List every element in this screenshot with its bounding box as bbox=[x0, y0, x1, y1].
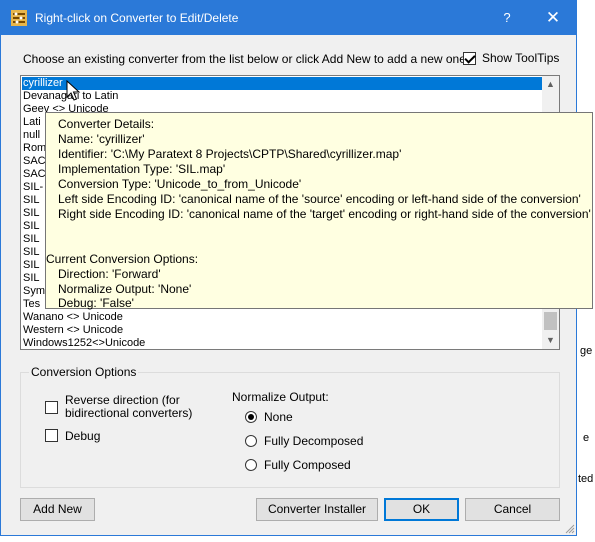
normalize-none-radio[interactable]: None bbox=[245, 410, 293, 424]
tooltip-implementation-type: Implementation Type: 'SIL.map' bbox=[58, 162, 226, 176]
debug-label: Debug bbox=[65, 429, 101, 443]
radio-icon[interactable] bbox=[245, 459, 257, 471]
scroll-down-icon[interactable]: ▼ bbox=[542, 332, 559, 349]
list-item[interactable]: SIL bbox=[23, 220, 40, 233]
background-text-3: e bbox=[583, 432, 590, 444]
tooltip-options-header: Current Conversion Options: bbox=[46, 252, 199, 266]
reverse-direction-label-line1: Reverse direction (for bbox=[65, 393, 180, 407]
tooltip-details-header: Converter Details: bbox=[58, 117, 155, 131]
converter-dialog: Right-click on Converter to Edit/Delete … bbox=[0, 0, 593, 536]
list-item[interactable]: SIL bbox=[23, 194, 40, 207]
normalize-none-label: None bbox=[264, 410, 293, 424]
radio-icon[interactable] bbox=[245, 411, 257, 423]
resize-grip-icon[interactable] bbox=[564, 523, 575, 534]
show-tooltips-checkbox[interactable]: Show ToolTips bbox=[463, 51, 559, 65]
list-item[interactable]: SIL bbox=[23, 259, 40, 272]
list-item[interactable]: Tes bbox=[23, 298, 40, 311]
tooltip-name: Name: 'cyrillizer' bbox=[58, 132, 145, 146]
list-item[interactable]: null bbox=[23, 129, 40, 142]
tooltip-right-encoding: Right side Encoding ID: 'canonical name … bbox=[58, 207, 591, 221]
help-button[interactable]: ? bbox=[484, 1, 530, 35]
list-item[interactable]: SIL- bbox=[23, 181, 43, 194]
normalize-fully-decomposed-radio[interactable]: Fully Decomposed bbox=[245, 434, 363, 448]
list-item[interactable]: SAC bbox=[23, 155, 46, 168]
reverse-direction-label: Reverse direction (for bidirectional con… bbox=[65, 394, 192, 420]
tooltip-debug: Debug: 'False' bbox=[58, 296, 134, 310]
show-tooltips-label: Show ToolTips bbox=[482, 51, 560, 65]
tooltip-conversion-type: Conversion Type: 'Unicode_to_from_Unicod… bbox=[58, 177, 302, 191]
list-item[interactable]: Windows1252<>Unicode bbox=[23, 337, 145, 349]
list-item[interactable]: Rom bbox=[23, 142, 46, 155]
mouse-cursor-icon bbox=[66, 80, 81, 101]
list-item[interactable]: Lati bbox=[23, 116, 41, 129]
background-text-4: ted bbox=[578, 473, 594, 485]
converter-installer-button[interactable]: Converter Installer bbox=[256, 498, 378, 521]
reverse-direction-label-line2: bidirectional converters) bbox=[65, 406, 193, 420]
checkbox-icon[interactable] bbox=[45, 429, 58, 442]
list-item[interactable]: SIL bbox=[23, 272, 40, 285]
tooltip-left-encoding: Left side Encoding ID: 'canonical name o… bbox=[58, 192, 581, 206]
cancel-button[interactable]: Cancel bbox=[465, 498, 560, 521]
window-title: Right-click on Converter to Edit/Delete bbox=[35, 11, 239, 25]
list-item[interactable]: Western <> Unicode bbox=[23, 324, 123, 337]
scroll-up-icon[interactable]: ▲ bbox=[542, 76, 559, 93]
tooltip-normalize: Normalize Output: 'None' bbox=[58, 282, 192, 296]
list-item[interactable]: SIL bbox=[23, 233, 40, 246]
list-item[interactable]: SIL bbox=[23, 246, 40, 259]
list-item[interactable]: Wanano <> Unicode bbox=[23, 311, 123, 324]
scroll-thumb[interactable] bbox=[544, 312, 557, 330]
list-item[interactable]: cyrillizer bbox=[22, 77, 544, 90]
list-item[interactable]: SIL bbox=[23, 207, 40, 220]
tooltip-direction: Direction: 'Forward' bbox=[58, 267, 161, 281]
ok-button[interactable]: OK bbox=[384, 498, 459, 521]
list-item[interactable]: Sym bbox=[23, 285, 45, 298]
radio-icon[interactable] bbox=[245, 435, 257, 447]
close-button[interactable]: ✕ bbox=[530, 1, 576, 35]
checkbox-icon[interactable] bbox=[45, 401, 58, 414]
instructions-label: Choose an existing converter from the li… bbox=[23, 52, 470, 66]
app-icon bbox=[11, 10, 27, 26]
background-text-2: ge bbox=[580, 345, 593, 357]
converter-tooltip: Converter Details: Name: 'cyrillizer' Id… bbox=[45, 112, 593, 310]
normalize-output-label: Normalize Output: bbox=[232, 390, 329, 404]
normalize-fully-composed-radio[interactable]: Fully Composed bbox=[245, 458, 351, 472]
checkbox-icon[interactable] bbox=[463, 51, 476, 65]
normalize-fully-composed-label: Fully Composed bbox=[264, 458, 351, 472]
conversion-options-legend: Conversion Options bbox=[29, 365, 139, 379]
normalize-fully-decomposed-label: Fully Decomposed bbox=[264, 434, 364, 448]
reverse-direction-checkbox[interactable]: Reverse direction (for bidirectional con… bbox=[45, 394, 192, 420]
add-new-button[interactable]: Add New bbox=[20, 498, 95, 521]
tooltip-identifier: Identifier: 'C:\My Paratext 8 Projects\C… bbox=[58, 147, 402, 161]
title-bar[interactable]: Right-click on Converter to Edit/Delete … bbox=[1, 1, 576, 35]
list-item[interactable]: SAC bbox=[23, 168, 46, 181]
debug-checkbox[interactable]: Debug bbox=[45, 429, 100, 443]
